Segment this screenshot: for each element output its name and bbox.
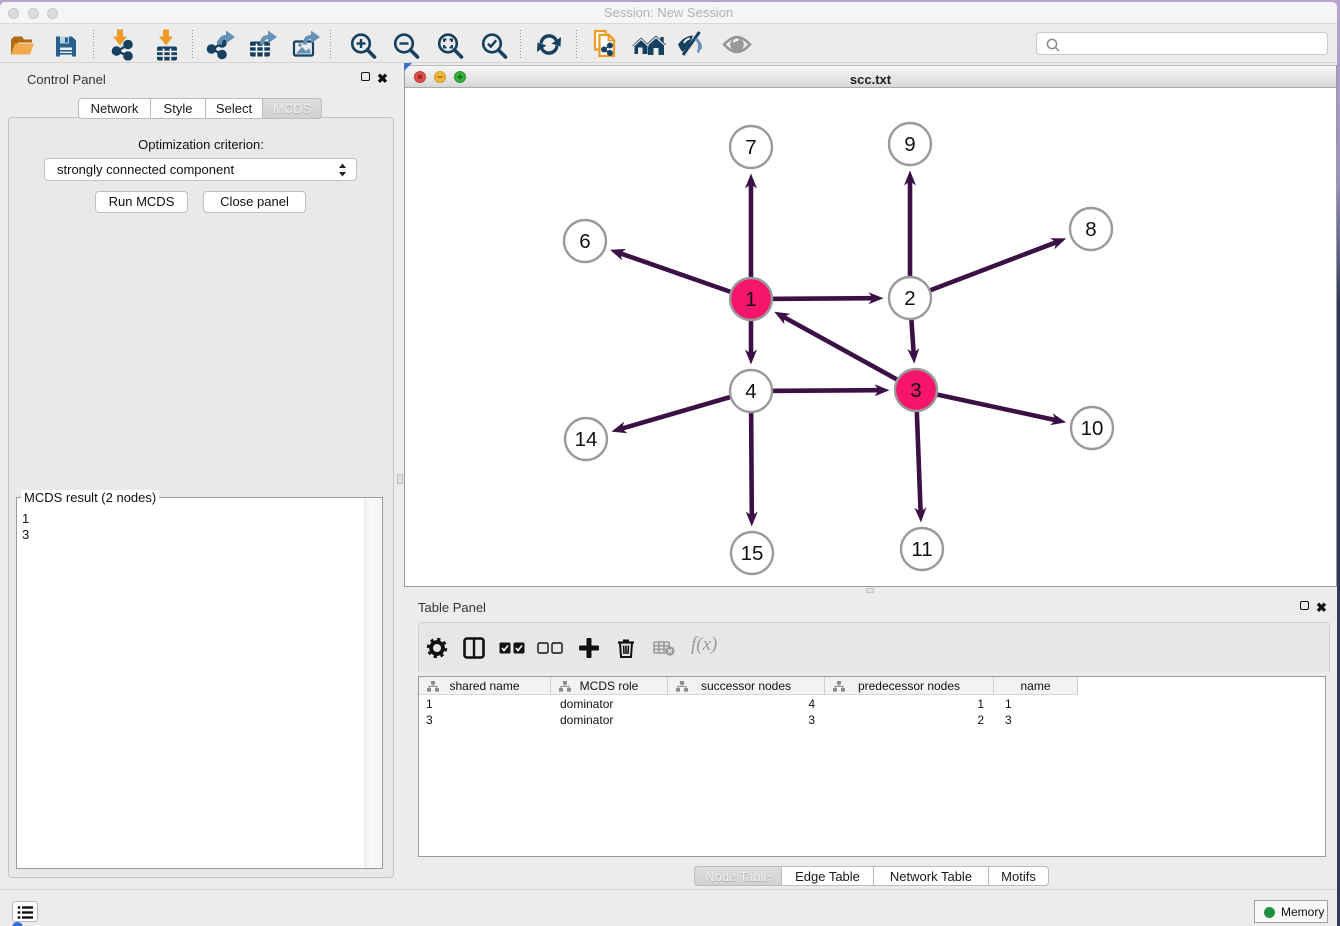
svg-text:6: 6: [579, 230, 590, 253]
svg-text:7: 7: [745, 136, 756, 159]
svg-text:10: 10: [1081, 417, 1104, 440]
svg-text:2: 2: [904, 287, 915, 310]
svg-text:11: 11: [911, 538, 932, 561]
svg-text:15: 15: [741, 542, 764, 565]
svg-text:8: 8: [1085, 218, 1096, 241]
svg-text:14: 14: [575, 428, 598, 451]
svg-text:4: 4: [745, 380, 756, 403]
svg-text:9: 9: [904, 133, 915, 156]
svg-text:3: 3: [910, 379, 921, 402]
svg-text:1: 1: [745, 288, 756, 311]
